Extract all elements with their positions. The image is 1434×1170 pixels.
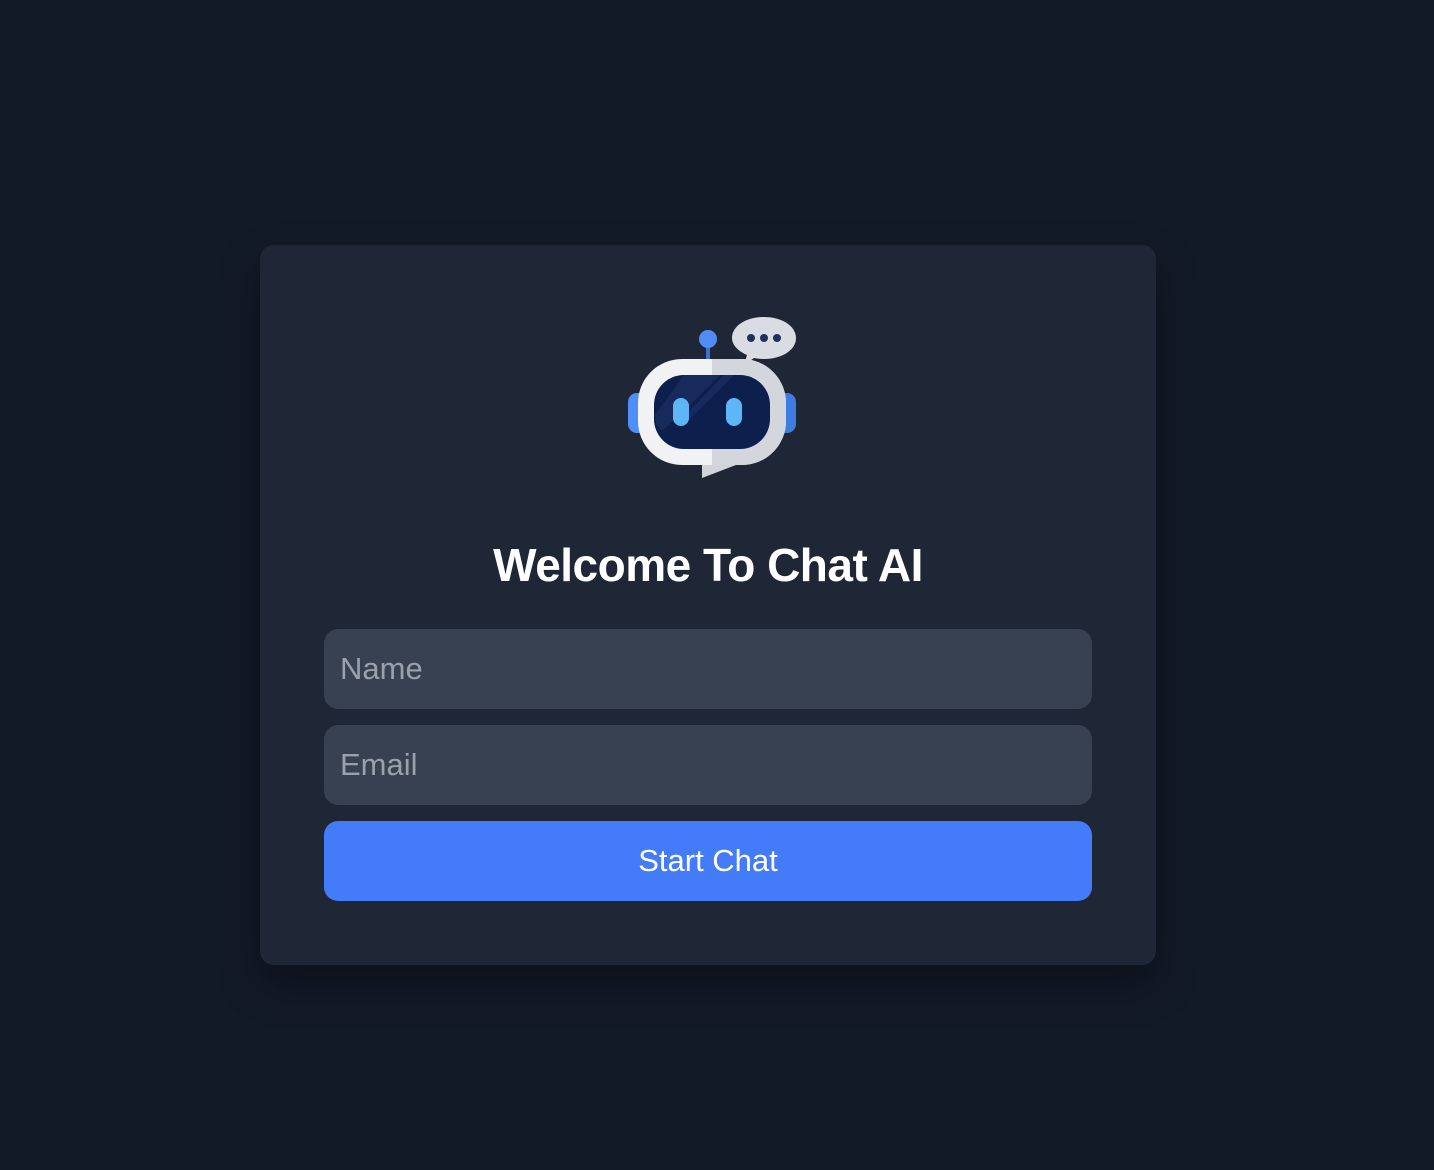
start-chat-button[interactable]: Start Chat — [324, 821, 1092, 901]
page-title: Welcome To Chat AI — [493, 539, 923, 591]
name-input[interactable] — [324, 629, 1092, 709]
welcome-card: Welcome To Chat AI Start Chat — [260, 245, 1156, 965]
robot-chat-icon — [628, 317, 796, 478]
email-input[interactable] — [324, 725, 1092, 805]
